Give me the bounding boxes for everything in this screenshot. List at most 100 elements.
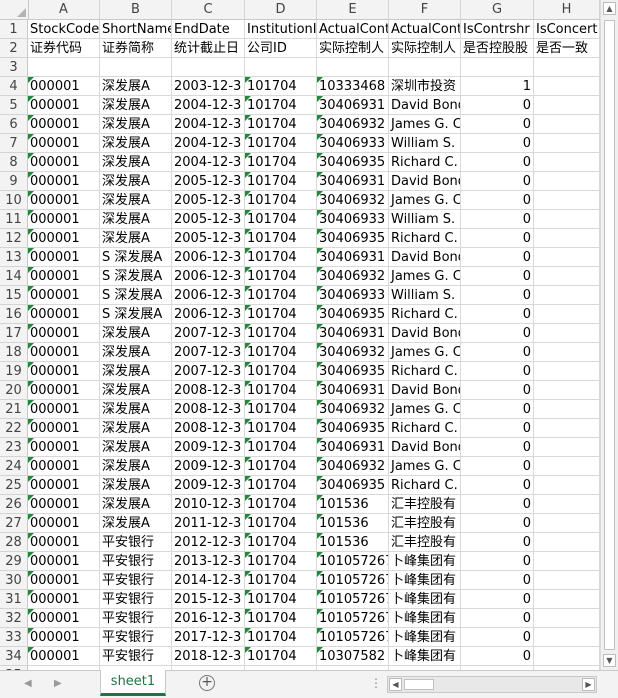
column-header-f[interactable]: F <box>389 0 461 19</box>
row-header[interactable]: 33 <box>0 628 28 647</box>
cell-d20[interactable]: 101704 <box>245 381 317 400</box>
cell-g28[interactable]: 0 <box>461 533 534 552</box>
row-header[interactable]: 11 <box>0 210 28 229</box>
cell-b15[interactable]: S 深发展A <box>100 286 172 305</box>
cell-a21[interactable]: 000001 <box>28 400 100 419</box>
cell-b29[interactable]: 平安银行 <box>100 552 172 571</box>
cell-c19[interactable]: 2007-12-3 <box>172 362 245 381</box>
cell-f5[interactable]: David Bond <box>389 96 461 115</box>
cell-e14[interactable]: 30406932 <box>317 267 389 286</box>
cell-e16[interactable]: 30406935 <box>317 305 389 324</box>
cell-g17[interactable]: 0 <box>461 324 534 343</box>
cell-b25[interactable]: 深发展A <box>100 476 172 495</box>
row-header[interactable]: 25 <box>0 476 28 495</box>
cell-d6[interactable]: 101704 <box>245 115 317 134</box>
cell-e15[interactable]: 30406933 <box>317 286 389 305</box>
cell-d14[interactable]: 101704 <box>245 267 317 286</box>
cell-c22[interactable]: 2008-12-3 <box>172 419 245 438</box>
cell-h1[interactable]: IsConcert <box>534 20 600 39</box>
tab-splitter-icon[interactable]: ⋮ <box>370 676 383 690</box>
cell-h12[interactable] <box>534 229 600 248</box>
row-header[interactable]: 3 <box>0 58 28 77</box>
cell-e3[interactable] <box>317 58 389 77</box>
cell-e27[interactable]: 101536 <box>317 514 389 533</box>
column-header-g[interactable]: G <box>461 0 534 19</box>
cell-f9[interactable]: David Bond <box>389 172 461 191</box>
cell-e26[interactable]: 101536 <box>317 495 389 514</box>
cell-a10[interactable]: 000001 <box>28 191 100 210</box>
cell-g29[interactable]: 0 <box>461 552 534 571</box>
cell-g20[interactable]: 0 <box>461 381 534 400</box>
cell-d31[interactable]: 101704 <box>245 590 317 609</box>
cell-h31[interactable] <box>534 590 600 609</box>
cell-c28[interactable]: 2012-12-3 <box>172 533 245 552</box>
cell-f22[interactable]: Richard C. <box>389 419 461 438</box>
cell-d28[interactable]: 101704 <box>245 533 317 552</box>
row-header[interactable]: 13 <box>0 248 28 267</box>
cell-h5[interactable] <box>534 96 600 115</box>
cell-h24[interactable] <box>534 457 600 476</box>
cell-e5[interactable]: 30406931 <box>317 96 389 115</box>
cell-g23[interactable]: 0 <box>461 438 534 457</box>
row-header[interactable]: 14 <box>0 267 28 286</box>
cell-g26[interactable]: 0 <box>461 495 534 514</box>
cell-h32[interactable] <box>534 609 600 628</box>
cell-h21[interactable] <box>534 400 600 419</box>
cell-f25[interactable]: Richard C. <box>389 476 461 495</box>
cell-c18[interactable]: 2007-12-3 <box>172 343 245 362</box>
cell-g16[interactable]: 0 <box>461 305 534 324</box>
cell-b10[interactable]: 深发展A <box>100 191 172 210</box>
cell-f23[interactable]: David Bond <box>389 438 461 457</box>
cell-g15[interactable]: 0 <box>461 286 534 305</box>
row-header[interactable]: 4 <box>0 77 28 96</box>
cell-e21[interactable]: 30406932 <box>317 400 389 419</box>
cell-c14[interactable]: 2006-12-3 <box>172 267 245 286</box>
row-header[interactable]: 8 <box>0 153 28 172</box>
cell-g19[interactable]: 0 <box>461 362 534 381</box>
cell-h14[interactable] <box>534 267 600 286</box>
cell-h26[interactable] <box>534 495 600 514</box>
cell-b22[interactable]: 深发展A <box>100 419 172 438</box>
cell-f18[interactable]: James G. C <box>389 343 461 362</box>
cell-b9[interactable]: 深发展A <box>100 172 172 191</box>
cell-h2[interactable]: 是否一致 <box>534 39 600 58</box>
cell-c8[interactable]: 2004-12-3 <box>172 153 245 172</box>
column-header-a[interactable]: A <box>28 0 100 19</box>
row-header[interactable]: 32 <box>0 609 28 628</box>
cell-g3[interactable] <box>461 58 534 77</box>
cell-c7[interactable]: 2004-12-3 <box>172 134 245 153</box>
cell-c20[interactable]: 2008-12-3 <box>172 381 245 400</box>
row-header[interactable]: 2 <box>0 39 28 58</box>
cell-e11[interactable]: 30406933 <box>317 210 389 229</box>
row-header[interactable]: 19 <box>0 362 28 381</box>
cell-f4[interactable]: 深圳市投资 <box>389 77 461 96</box>
cell-e34[interactable]: 10307582 <box>317 647 389 666</box>
cell-a2[interactable]: 证券代码 <box>28 39 100 58</box>
cell-g24[interactable]: 0 <box>461 457 534 476</box>
cell-f15[interactable]: William S. I <box>389 286 461 305</box>
cell-a27[interactable]: 000001 <box>28 514 100 533</box>
cell-b17[interactable]: 深发展A <box>100 324 172 343</box>
cell-h27[interactable] <box>534 514 600 533</box>
cell-c31[interactable]: 2015-12-3 <box>172 590 245 609</box>
cell-a11[interactable]: 000001 <box>28 210 100 229</box>
row-header[interactable]: 27 <box>0 514 28 533</box>
row-header[interactable]: 29 <box>0 552 28 571</box>
cell-e9[interactable]: 30406931 <box>317 172 389 191</box>
row-header[interactable]: 21 <box>0 400 28 419</box>
row-header[interactable]: 26 <box>0 495 28 514</box>
cell-d10[interactable]: 101704 <box>245 191 317 210</box>
cell-a29[interactable]: 000001 <box>28 552 100 571</box>
cell-c16[interactable]: 2006-12-3 <box>172 305 245 324</box>
cell-e7[interactable]: 30406933 <box>317 134 389 153</box>
cell-a19[interactable]: 000001 <box>28 362 100 381</box>
cell-c17[interactable]: 2007-12-3 <box>172 324 245 343</box>
cell-f13[interactable]: David Bond <box>389 248 461 267</box>
cell-d8[interactable]: 101704 <box>245 153 317 172</box>
cell-c4[interactable]: 2003-12-3 <box>172 77 245 96</box>
cell-f19[interactable]: Richard C. <box>389 362 461 381</box>
row-header[interactable]: 22 <box>0 419 28 438</box>
cell-g12[interactable]: 0 <box>461 229 534 248</box>
cell-d22[interactable]: 101704 <box>245 419 317 438</box>
cell-a34[interactable]: 000001 <box>28 647 100 666</box>
